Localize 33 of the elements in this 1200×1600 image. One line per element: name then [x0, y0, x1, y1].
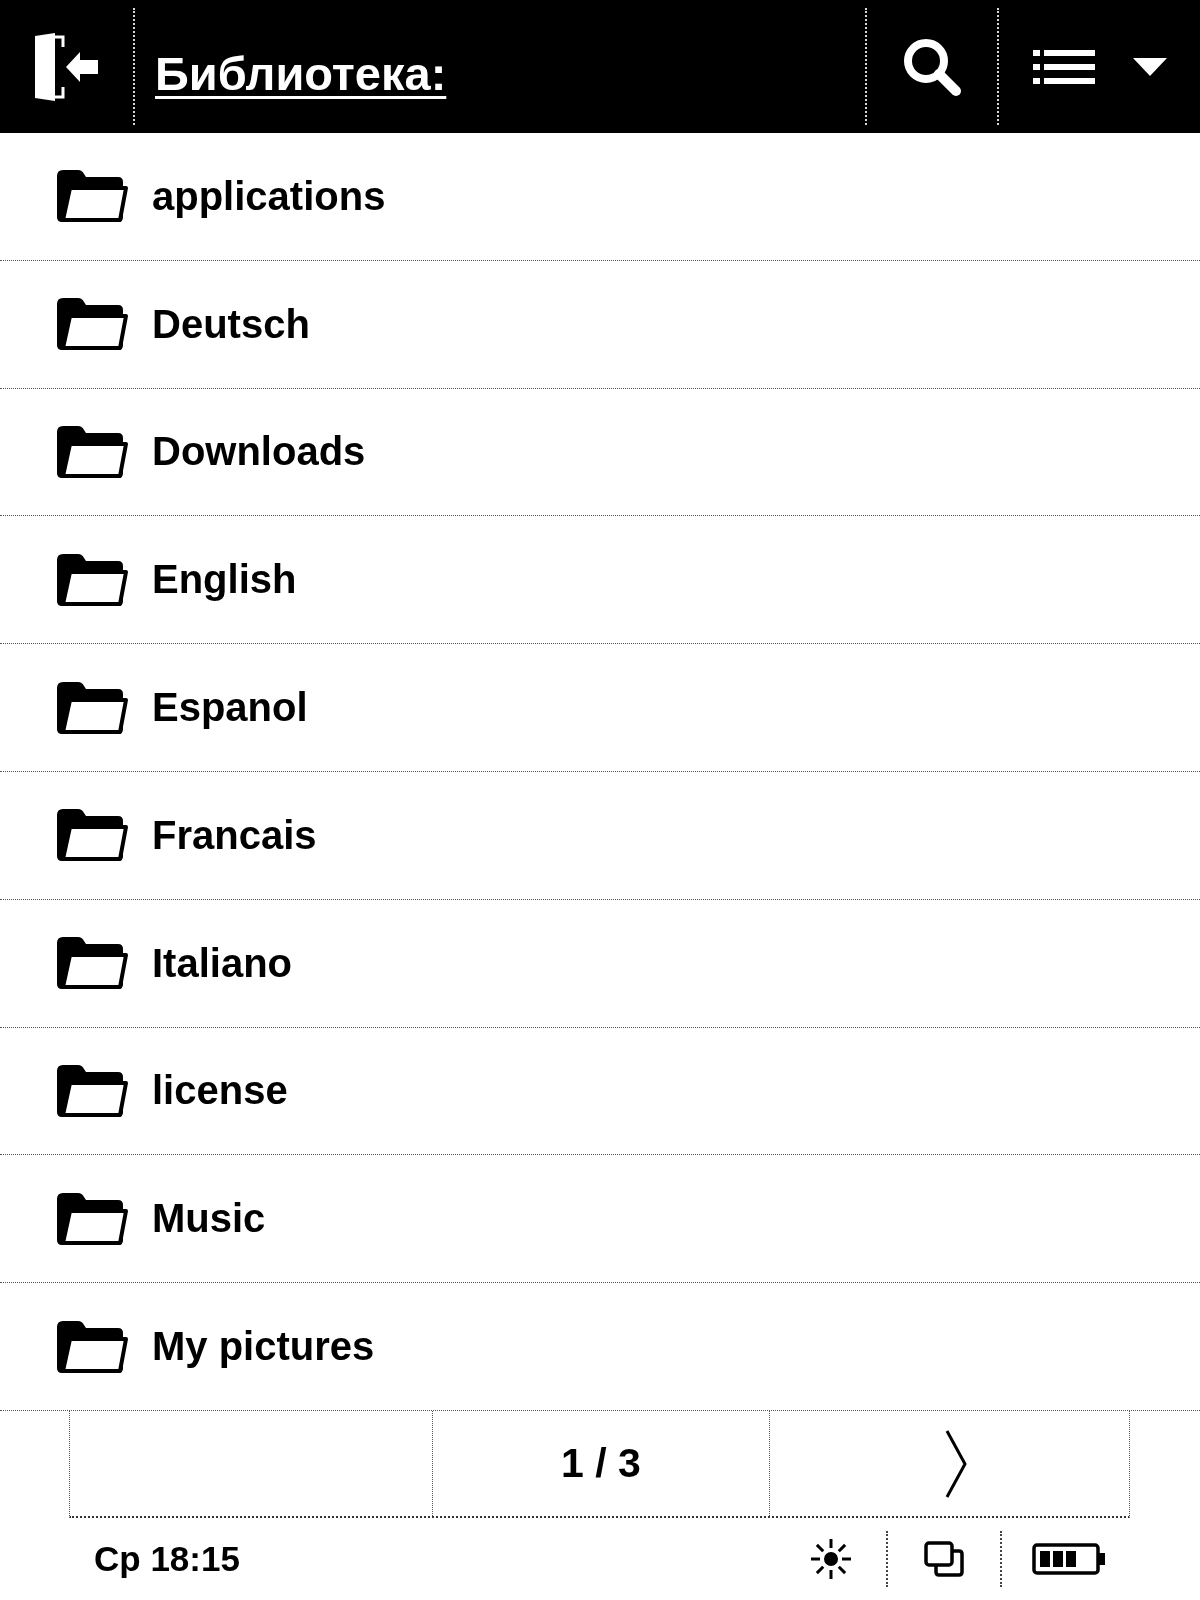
- page-indicator: 1 / 3: [561, 1440, 641, 1487]
- folder-icon: [56, 680, 128, 735]
- folder-item[interactable]: Downloads: [0, 388, 1200, 517]
- folder-icon: [56, 936, 128, 991]
- battery-icon: [1032, 1543, 1106, 1575]
- folder-item[interactable]: license: [0, 1027, 1200, 1156]
- brightness-button[interactable]: [810, 1538, 852, 1580]
- folder-icon: [56, 808, 128, 863]
- folder-item[interactable]: Italiano: [0, 899, 1200, 1028]
- library-title[interactable]: Библиотека:: [155, 46, 447, 101]
- battery-button[interactable]: [1032, 1543, 1106, 1575]
- folder-icon: [56, 425, 128, 479]
- overlapping-windows-icon: [924, 1541, 964, 1577]
- folder-icon: [56, 169, 128, 224]
- task-switch-button[interactable]: [924, 1541, 964, 1577]
- caret-icon: [1132, 57, 1167, 76]
- folder-item[interactable]: Deutsch: [0, 260, 1200, 389]
- folder-icon: [56, 1319, 128, 1374]
- folder-item[interactable]: Espanol: [0, 644, 1200, 772]
- folder-item[interactable]: applications: [0, 133, 1200, 261]
- exit-icon: [34, 32, 99, 101]
- sun-icon: [810, 1538, 852, 1580]
- folder-icon: [56, 297, 128, 352]
- chevron-right-icon: [944, 1429, 967, 1498]
- folder-icon: [56, 1191, 128, 1246]
- folder-icon: [56, 552, 128, 607]
- folder-item[interactable]: Music: [0, 1155, 1200, 1284]
- list-icon: [1032, 49, 1095, 84]
- folder-item[interactable]: Francais: [0, 772, 1200, 900]
- folder-item[interactable]: English: [0, 516, 1200, 645]
- folder-icon: [56, 1063, 128, 1118]
- folder-item[interactable]: My pictures: [0, 1283, 1200, 1411]
- clock-text: Ср 18:15: [94, 1539, 240, 1579]
